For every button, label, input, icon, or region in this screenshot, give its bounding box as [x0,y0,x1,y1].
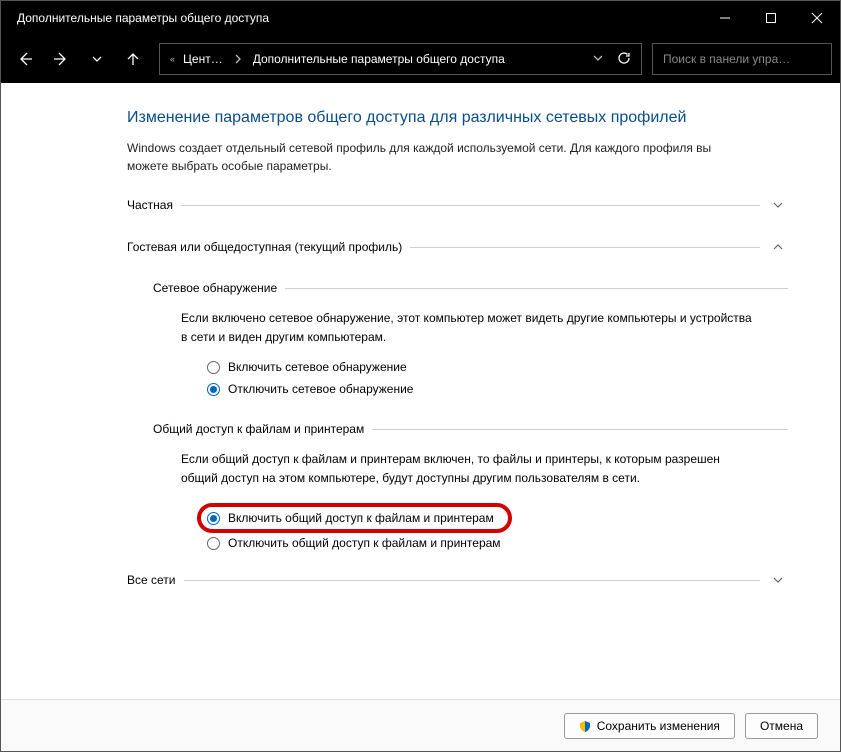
subsection-description: Если общий доступ к файлам и принтерам в… [153,440,788,497]
subsection-label: Общий доступ к файлам и принтерам [153,422,364,436]
highlight-annotation: Включить общий доступ к файлам и принтер… [197,503,512,533]
up-button[interactable] [117,43,149,75]
radio-discovery-off[interactable]: Отключить сетевое обнаружение [207,378,788,400]
arrow-right-icon [53,51,69,67]
divider [285,288,788,289]
subsection-label: Сетевое обнаружение [153,281,277,295]
chevron-up-icon [768,241,788,253]
radio-discovery-on[interactable]: Включить сетевое обнаружение [207,356,788,378]
section-label: Все сети [127,573,176,587]
divider [181,205,760,206]
section-private[interactable]: Частная [127,193,788,217]
button-label: Сохранить изменения [597,719,720,733]
radio-label: Отключить общий доступ к файлам и принте… [228,536,501,550]
navbar: « Цент… Дополнительные параметры общего … [1,35,840,83]
close-icon [811,12,823,24]
chevron-left-double-icon: « [170,54,175,64]
radio-icon [207,512,220,525]
radio-label: Отключить сетевое обнаружение [228,382,413,396]
minimize-button[interactable] [702,1,748,35]
divider [410,247,760,248]
maximize-button[interactable] [748,1,794,35]
close-button[interactable] [794,1,840,35]
chevron-down-icon[interactable] [593,52,603,66]
radio-label: Включить общий доступ к файлам и принтер… [228,511,494,525]
window: Дополнительные параметры общего доступа [0,0,841,752]
radio-icon [207,537,220,550]
subsection-description: Если включено сетевое обнаружение, этот … [153,299,788,356]
subsection-discovery: Сетевое обнаружение [153,277,788,299]
shield-icon [579,720,591,732]
breadcrumb-segment[interactable]: Цент… [183,52,223,66]
titlebar: Дополнительные параметры общего доступа [1,1,840,35]
search-placeholder: Поиск в панели упра… [663,52,790,66]
refresh-button[interactable] [617,51,631,68]
section-guest-body: Сетевое обнаружение Если включено сетево… [127,259,788,568]
section-label: Гостевая или общедоступная (текущий проф… [127,240,402,254]
forward-button[interactable] [45,43,77,75]
arrow-up-icon [125,51,141,67]
section-guest[interactable]: Гостевая или общедоступная (текущий проф… [127,235,788,259]
divider [184,580,761,581]
sharing-radio-group: Включить общий доступ к файлам и принтер… [153,497,788,554]
arrow-left-icon [17,51,33,67]
radio-icon [207,361,220,374]
button-label: Отмена [760,719,803,733]
section-all-networks[interactable]: Все сети [127,568,788,592]
page-title: Изменение параметров общего доступа для … [127,109,788,127]
back-button[interactable] [9,43,41,75]
subsection-sharing: Общий доступ к файлам и принтерам [153,418,788,440]
window-title: Дополнительные параметры общего доступа [17,11,269,25]
section-label: Частная [127,198,173,212]
chevron-down-icon [768,574,788,586]
footer: Сохранить изменения Отмена [1,699,840,751]
recent-button[interactable] [81,43,113,75]
radio-label: Включить сетевое обнаружение [228,360,407,374]
radio-sharing-off[interactable]: Отключить общий доступ к файлам и принте… [207,532,788,554]
divider [372,429,788,430]
maximize-icon [765,12,777,24]
chevron-down-icon [91,53,103,65]
titlebar-buttons [702,1,840,35]
content-area: Изменение параметров общего доступа для … [1,83,840,699]
radio-sharing-on[interactable]: Включить общий доступ к файлам и принтер… [207,511,494,525]
address-bar[interactable]: « Цент… Дополнительные параметры общего … [159,43,642,75]
chevron-right-icon [231,43,245,75]
cancel-button[interactable]: Отмена [745,713,818,739]
chevron-down-icon [768,199,788,211]
breadcrumb-segment[interactable]: Дополнительные параметры общего доступа [253,52,505,66]
save-button[interactable]: Сохранить изменения [564,713,735,739]
radio-icon [207,383,220,396]
search-input[interactable]: Поиск в панели упра… [652,43,832,75]
minimize-icon [719,12,731,24]
page-description: Windows создает отдельный сетевой профил… [127,139,788,175]
discovery-radio-group: Включить сетевое обнаружение Отключить с… [153,356,788,400]
